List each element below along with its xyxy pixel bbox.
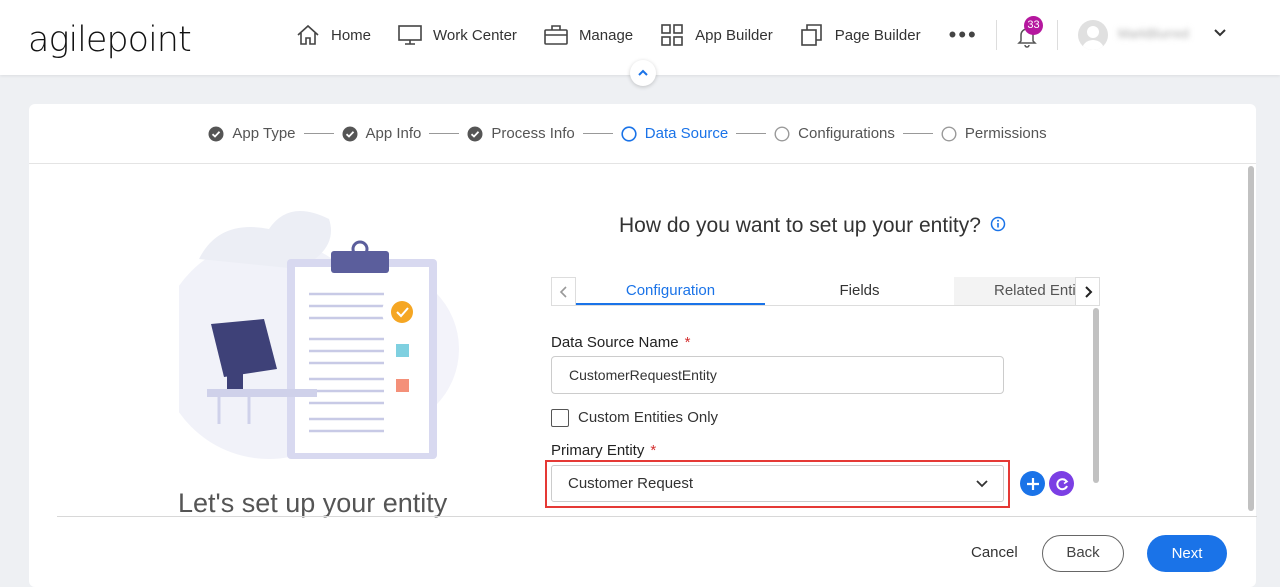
- username[interactable]: MarkBlurred: [1118, 26, 1189, 41]
- refresh-button[interactable]: [1049, 471, 1074, 496]
- chevron-down-icon: [976, 480, 988, 488]
- cancel-button[interactable]: Cancel: [971, 544, 1018, 561]
- nav-home-label: Home: [331, 26, 372, 44]
- next-button[interactable]: Next: [1147, 535, 1227, 572]
- entity-illustration: [179, 211, 459, 459]
- form-title: How do you want to set up your entity?: [619, 214, 1006, 238]
- step-app-info[interactable]: App Info: [342, 125, 422, 142]
- primary-entity-label: Primary Entity *: [551, 442, 656, 459]
- chevron-left-icon: [559, 285, 567, 298]
- tabs-scroll-right[interactable]: [1075, 277, 1100, 305]
- wizard-stepper: App Type App Info Process Info Data Sour…: [29, 104, 1256, 164]
- footer-divider: [57, 516, 1257, 517]
- label-text: Primary Entity: [551, 442, 645, 459]
- divider: [1057, 20, 1058, 50]
- required-mark: *: [684, 334, 691, 351]
- divider: [996, 20, 997, 50]
- refresh-icon: [1055, 477, 1068, 490]
- grid-icon: [661, 24, 683, 46]
- main-nav: Home Work Center Manage App Builder Page…: [295, 23, 978, 47]
- step-connector: [902, 133, 933, 134]
- check-circle-icon: [342, 126, 358, 141]
- nav-work-center[interactable]: Work Center: [397, 23, 517, 47]
- tab-related-entities[interactable]: Related Enti: [954, 277, 1075, 305]
- step-configurations[interactable]: Configurations: [774, 125, 895, 142]
- step-label: Data Source: [644, 125, 729, 142]
- briefcase-icon: [544, 25, 568, 45]
- step-app-type[interactable]: App Type: [208, 125, 296, 142]
- wizard-card: App Type App Info Process Info Data Sour…: [29, 104, 1257, 587]
- circle-icon: [941, 125, 957, 142]
- form-title-text: How do you want to set up your entity?: [619, 214, 981, 237]
- nav-app-builder-label: App Builder: [695, 26, 773, 44]
- primary-entity-value: Customer Request: [568, 475, 694, 492]
- custom-entities-checkbox[interactable]: [551, 409, 569, 427]
- collapse-header-button[interactable]: [630, 60, 656, 86]
- chevron-up-icon: [638, 69, 648, 76]
- step-label: App Info: [365, 125, 422, 142]
- check-circle-icon: [467, 126, 483, 141]
- page-scrollbar[interactable]: [1247, 166, 1255, 518]
- nav-page-builder-label: Page Builder: [834, 26, 921, 44]
- user-icon: [1082, 26, 1104, 50]
- back-button[interactable]: Back: [1042, 535, 1124, 572]
- home-icon: [297, 24, 319, 45]
- required-mark: *: [650, 442, 657, 459]
- circle-icon: [774, 125, 790, 142]
- add-entity-button[interactable]: [1020, 471, 1045, 496]
- data-source-name-label: Data Source Name *: [551, 334, 690, 351]
- step-connector: [736, 133, 767, 134]
- chevron-right-icon: [1084, 285, 1092, 298]
- check-circle-icon: [208, 126, 224, 141]
- tab-configuration[interactable]: Configuration: [576, 277, 765, 305]
- label-text: Data Source Name: [551, 334, 679, 351]
- step-connector: [582, 133, 613, 134]
- nav-page-builder[interactable]: Page Builder: [799, 23, 921, 47]
- plus-icon: [1026, 477, 1039, 490]
- step-connector: [429, 133, 460, 134]
- step-label: Permissions: [964, 125, 1047, 142]
- nav-home[interactable]: Home: [295, 23, 371, 47]
- agilepoint-logo[interactable]: agilepoint: [28, 20, 192, 60]
- nav-manage-label: Manage: [578, 26, 634, 44]
- step-permissions[interactable]: Permissions: [941, 125, 1047, 142]
- info-icon[interactable]: [990, 216, 1006, 232]
- scrollbar-thumb[interactable]: [1093, 308, 1099, 483]
- data-source-name-input[interactable]: CustomerRequestEntity: [551, 356, 1004, 394]
- tabs-scroll-left[interactable]: [551, 277, 576, 305]
- illustration-caption: Let's set up your entity: [178, 488, 448, 518]
- pages-icon: [800, 24, 822, 46]
- nav-manage[interactable]: Manage: [543, 23, 633, 47]
- nav-work-center-label: Work Center: [433, 26, 517, 44]
- primary-entity-select[interactable]: Customer Request: [551, 465, 1004, 502]
- step-label: Configurations: [798, 125, 895, 142]
- scrollbar-thumb[interactable]: [1248, 166, 1254, 511]
- custom-entities-label[interactable]: Custom Entities Only: [578, 409, 718, 426]
- nav-app-builder[interactable]: App Builder: [659, 23, 773, 47]
- circle-active-icon: [621, 125, 637, 142]
- step-label: App Type: [232, 125, 296, 142]
- step-process-info[interactable]: Process Info: [467, 125, 575, 142]
- monitor-icon: [398, 25, 422, 45]
- entity-tabs: Configuration Fields Related Enti: [551, 277, 1100, 306]
- step-connector: [303, 133, 334, 134]
- tab-fields[interactable]: Fields: [765, 277, 954, 305]
- chevron-down-icon[interactable]: [1213, 26, 1227, 40]
- more-menu-button[interactable]: •••: [949, 24, 978, 46]
- form-scrollbar[interactable]: [1092, 304, 1100, 504]
- avatar[interactable]: [1078, 20, 1108, 50]
- notification-badge: 33: [1024, 16, 1043, 35]
- step-label: Process Info: [491, 125, 575, 142]
- step-data-source[interactable]: Data Source: [621, 125, 728, 142]
